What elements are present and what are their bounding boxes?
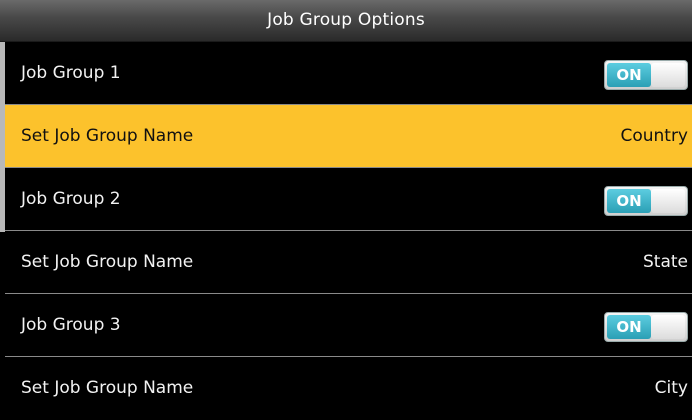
job-group-2-row[interactable]: Job Group 2 ON (0, 168, 692, 231)
set-job-group-name-label: Set Job Group Name (21, 252, 194, 272)
job-group-name-value: Country (620, 126, 688, 146)
toggle-knob (651, 315, 685, 339)
job-group-name-value: City (654, 378, 688, 398)
job-group-3-toggle[interactable]: ON (604, 312, 688, 342)
set-job-group-name-label: Set Job Group Name (21, 378, 194, 398)
options-list: Job Group 1 ON Set Job Group Name Countr… (0, 42, 692, 420)
toggle-knob (651, 189, 685, 213)
job-group-3-row[interactable]: Job Group 3 ON (0, 294, 692, 357)
job-group-3-label: Job Group 3 (21, 315, 121, 335)
toggle-on-label: ON (607, 315, 651, 339)
scrollbar[interactable] (0, 42, 5, 420)
job-group-2-toggle[interactable]: ON (604, 186, 688, 216)
toggle-knob (651, 63, 685, 87)
toggle-on-label: ON (607, 63, 651, 87)
job-group-name-value: State (643, 252, 688, 272)
screen: Job Group Options Job Group 1 ON Set Job… (0, 0, 692, 420)
job-group-1-name-row[interactable]: Set Job Group Name Country (0, 105, 692, 168)
page-title: Job Group Options (267, 10, 425, 30)
set-job-group-name-label: Set Job Group Name (21, 126, 194, 146)
job-group-2-label: Job Group 2 (21, 189, 121, 209)
job-group-3-name-row[interactable]: Set Job Group Name City (0, 357, 692, 420)
scrollbar-thumb[interactable] (0, 42, 5, 232)
title-bar: Job Group Options (0, 0, 692, 42)
toggle-on-label: ON (607, 189, 651, 213)
job-group-2-name-row[interactable]: Set Job Group Name State (0, 231, 692, 294)
job-group-1-toggle[interactable]: ON (604, 60, 688, 90)
job-group-1-row[interactable]: Job Group 1 ON (0, 42, 692, 105)
job-group-1-label: Job Group 1 (21, 63, 121, 83)
